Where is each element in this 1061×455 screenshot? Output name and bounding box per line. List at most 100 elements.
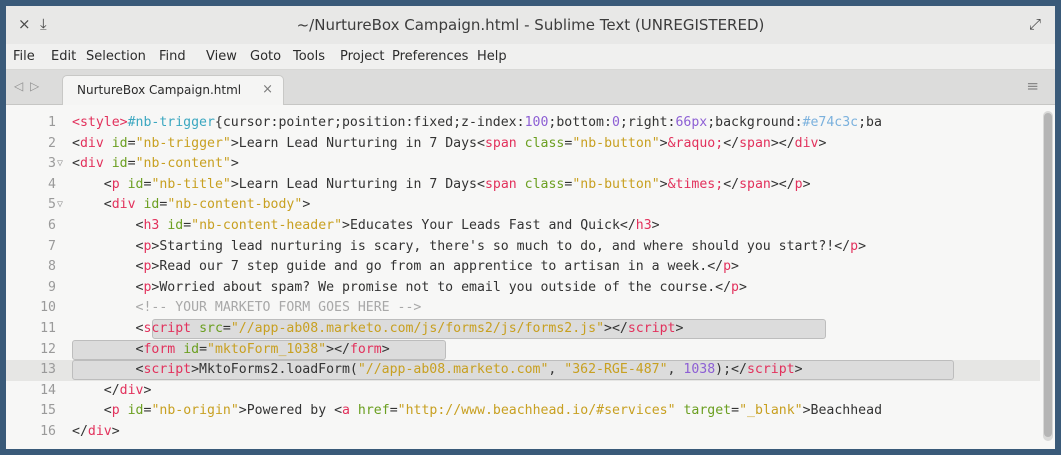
code-token: = — [199, 341, 208, 357]
code-area[interactable]: 1 <style>#nb-trigger{cursor:pointer;posit… — [6, 113, 1040, 443]
menu-find[interactable]: Find — [159, 49, 186, 64]
code-token: = — [127, 135, 136, 151]
menu-view[interactable]: View — [206, 49, 237, 64]
code-token: >Read our 7 step guide and go from an ap… — [151, 259, 724, 275]
code-token: < — [72, 217, 144, 233]
code-token: {cursor:pointer;position:fixed;z-index: — [214, 115, 525, 130]
code-line[interactable]: 12 <form id="mktoForm_1038"></form> — [6, 339, 1040, 361]
code-text: <div id="nb-content"> — [72, 154, 239, 175]
vertical-scrollbar[interactable] — [1043, 111, 1053, 441]
tab-menu-icon[interactable]: ≡ — [1026, 77, 1039, 95]
code-token: = — [183, 217, 192, 233]
code-token: div — [111, 197, 136, 213]
code-token: class — [524, 176, 565, 192]
tab-label: NurtureBox Campaign.html — [77, 83, 242, 97]
menu-tools[interactable]: Tools — [293, 49, 325, 64]
code-token: p — [723, 259, 732, 275]
code-token: p — [850, 238, 859, 254]
menu-project[interactable]: Project — [340, 49, 384, 64]
code-token: #e74c3c — [802, 115, 859, 130]
code-token: p — [111, 176, 120, 192]
line-number: 12 — [40, 341, 56, 357]
code-token: p — [111, 403, 120, 419]
code-token: "http://www.beachhead.io/#services" — [397, 403, 676, 419]
code-line[interactable]: 10 <!-- YOUR MARKETO FORM GOES HERE --> — [6, 298, 1040, 319]
code-text: <script src="//app-ab08.marketo.com/js/f… — [72, 319, 684, 340]
code-token: , — [548, 362, 565, 378]
code-token: ;right: — [619, 115, 676, 130]
code-text: <h3 id="nb-content-header">Educates Your… — [72, 216, 660, 237]
code-token: < — [72, 320, 144, 336]
menu-preferences[interactable]: Preferences — [392, 49, 468, 64]
line-number: 14 — [40, 382, 56, 398]
menu-file[interactable]: File — [13, 49, 35, 64]
code-token: &times; — [667, 176, 724, 192]
code-token: </ — [723, 176, 740, 192]
code-token: > — [659, 135, 668, 151]
code-token: ;ba — [858, 115, 882, 130]
code-editor[interactable]: 1 <style>#nb-trigger{cursor:pointer;posit… — [6, 105, 1055, 449]
code-line[interactable]: 16 </div> — [6, 422, 1040, 443]
code-line[interactable]: 6 <h3 id="nb-content-header">Educates Yo… — [6, 216, 1040, 237]
sublime-window: × ⤓ ~/NurtureBox Campaign.html - Sublime… — [6, 6, 1055, 449]
menu-selection[interactable]: Selection — [86, 49, 146, 64]
code-token: div — [79, 135, 104, 151]
line-number: 2 — [48, 135, 56, 151]
code-line[interactable]: 9 < p>Worried about spam? We promise not … — [6, 278, 1040, 299]
code-token: > — [858, 238, 867, 254]
code-line[interactable]: 15 <p id="nb-origin">Powered by <a href=… — [6, 401, 1040, 422]
code-token: > — [143, 382, 152, 398]
code-line[interactable]: 14 </div> — [6, 381, 1040, 402]
code-line[interactable]: 2 <div id="nb-trigger">Learn Lead Nurturi… — [6, 134, 1040, 155]
line-number: 6 — [48, 217, 56, 233]
code-token: > — [675, 320, 684, 336]
code-token: ></ — [326, 341, 350, 357]
maximize-icon[interactable]: ⤢ — [1029, 15, 1041, 33]
code-line[interactable]: 7 < p>Starting lead nurturing is scary, t… — [6, 237, 1040, 258]
code-token: id — [111, 135, 128, 151]
code-token: script — [746, 362, 795, 378]
code-token: script — [627, 320, 676, 336]
line-number: 1 — [48, 115, 56, 130]
menu-edit[interactable]: Edit — [51, 49, 76, 64]
menu-help[interactable]: Help — [477, 49, 507, 64]
code-text: </div> — [72, 422, 120, 443]
code-token: id — [167, 217, 184, 233]
code-text: <script>MktoForms2.loadForm("//app-ab08.… — [72, 360, 803, 381]
code-token: ></ — [770, 176, 795, 192]
code-text: < p>Starting lead nurturing is scary, the… — [72, 237, 867, 258]
code-token: a — [342, 403, 350, 419]
code-token: </ — [723, 135, 740, 151]
code-token: </ — [72, 423, 88, 439]
code-line[interactable]: 4 <p id="nb-title">Learn Lead Nurturing … — [6, 175, 1040, 196]
code-line[interactable]: 11 <script src="//app-ab08.marketo.com/j… — [6, 318, 1040, 340]
code-token: > — [731, 259, 739, 275]
tab-nav-right-icon[interactable]: ▷ — [30, 79, 39, 93]
fold-arrow-icon[interactable]: ▽ — [57, 195, 63, 216]
menu-goto[interactable]: Goto — [250, 49, 281, 64]
tab-nav-left-icon[interactable]: ◁ — [14, 79, 23, 93]
code-token: ></ — [604, 320, 628, 336]
code-token: 0 — [611, 115, 620, 130]
tab-close-icon[interactable]: × — [262, 82, 273, 97]
code-line[interactable]: 13 <script>MktoForms2.loadForm("//app-ab… — [6, 360, 1040, 381]
scrollbar-thumb[interactable] — [1044, 113, 1052, 437]
code-text: <p id="nb-title">Learn Lead Nurturing in… — [72, 175, 811, 196]
fold-arrow-icon[interactable]: ▽ — [57, 154, 63, 175]
code-token: < — [72, 279, 144, 295]
code-token: > — [659, 176, 668, 192]
code-token: <!-- YOUR MARKETO FORM GOES HERE --> — [72, 300, 422, 316]
code-line[interactable]: 8 < p>Read our 7 step guide and go from a… — [6, 257, 1040, 278]
code-token: </ — [72, 382, 120, 398]
code-token: > — [302, 197, 311, 213]
code-line[interactable]: 3 ▽ <div id="nb-content"> — [6, 154, 1040, 175]
tab-nurturebox-campaign[interactable]: NurtureBox Campaign.html × — [62, 75, 284, 105]
code-line[interactable]: 5 ▽ <div id="nb-content-body"> — [6, 195, 1040, 216]
code-token: "//app-ab08.marketo.com/js/forms2/js/for… — [230, 320, 605, 336]
code-line[interactable]: 1 <style>#nb-trigger{cursor:pointer;posit… — [6, 113, 1040, 134]
code-token: "_blank" — [739, 403, 803, 419]
code-token: = — [222, 320, 231, 336]
code-text: </div> — [72, 381, 152, 402]
code-text: <div id="nb-trigger">Learn Lead Nurturin… — [72, 134, 826, 155]
